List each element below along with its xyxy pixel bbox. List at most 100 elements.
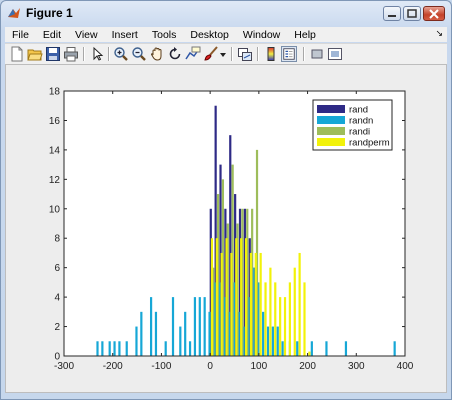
hide-plot-tools-icon[interactable]: [309, 46, 325, 62]
legend-swatch-rand: [317, 105, 345, 113]
bar-randn: [193, 297, 197, 356]
bar-randperm: [210, 238, 214, 356]
close-icon: [429, 8, 439, 19]
legend-label-randi: randi: [349, 127, 370, 138]
brush-dropdown-icon[interactable]: [219, 46, 227, 62]
bar-randn: [203, 297, 206, 356]
y-tick-label: 14: [49, 145, 61, 156]
maximize-button[interactable]: [403, 6, 421, 21]
rotate-3d-icon[interactable]: [167, 46, 183, 62]
bar-randperm: [283, 297, 287, 356]
bar-randn: [179, 326, 182, 356]
bar-randn: [96, 341, 99, 356]
link-plot-icon[interactable]: [237, 46, 253, 62]
x-tick-label: 300: [348, 361, 365, 372]
window-title: Figure 1: [26, 6, 73, 20]
bar-randn: [310, 341, 313, 356]
bar-randn: [271, 326, 274, 356]
histogram-chart[interactable]: -300 -200 -100 0 100 200 300 400 0 2 4 6 8 10 12 14 16 18…: [6, 65, 446, 392]
bar-randperm: [298, 252, 301, 356]
x-tick-label: -100: [151, 361, 171, 372]
bar-randn: [108, 341, 111, 356]
menu-edit[interactable]: Edit: [36, 29, 68, 41]
bar-randn: [198, 297, 201, 356]
y-tick-label: 2: [54, 322, 60, 333]
bar-randperm: [220, 252, 223, 356]
bar-randn: [164, 341, 167, 356]
save-icon[interactable]: [45, 46, 61, 62]
y-tick-label: 0: [54, 352, 60, 363]
insert-colorbar-icon[interactable]: [263, 46, 279, 62]
legend-swatch-randn: [317, 116, 345, 124]
bar-randperm: [215, 238, 218, 356]
open-file-icon[interactable]: [27, 46, 43, 62]
maximize-icon: [407, 9, 417, 18]
menu-tools[interactable]: Tools: [145, 29, 184, 41]
insert-legend-icon[interactable]: [281, 46, 297, 62]
bar-randperm: [308, 351, 311, 356]
brush-icon[interactable]: [203, 46, 219, 62]
menu-help[interactable]: Help: [287, 29, 323, 41]
pointer-icon[interactable]: [89, 46, 105, 62]
zoom-out-icon[interactable]: [131, 46, 147, 62]
bar-randn: [118, 341, 121, 356]
legend-label-rand: rand: [349, 105, 368, 116]
y-tick-label: 6: [54, 263, 60, 274]
new-figure-icon[interactable]: [9, 46, 25, 62]
menu-file[interactable]: File: [5, 29, 36, 41]
menu-desktop[interactable]: Desktop: [183, 29, 236, 41]
menu-bar: File Edit View Insert Tools Desktop Wind…: [5, 27, 447, 42]
figure-canvas[interactable]: -300 -200 -100 0 100 200 300 400 0 2 4 6 8 10 12 14 16 18…: [5, 64, 447, 393]
bar-randperm: [230, 252, 233, 356]
bar-randn: [154, 311, 158, 356]
menu-window[interactable]: Window: [236, 29, 287, 41]
toolbar-separator: [303, 47, 305, 61]
menu-insert[interactable]: Insert: [105, 29, 145, 41]
x-tick-label: 400: [397, 361, 414, 372]
toolbar-separator: [231, 47, 233, 61]
bar-randn: [281, 341, 284, 356]
data-cursor-icon[interactable]: [185, 46, 201, 62]
bar-randn: [184, 311, 187, 356]
bar-randperm: [303, 282, 306, 356]
bar-randperm: [264, 282, 267, 356]
bar-randperm: [288, 282, 291, 356]
bar-randn: [101, 341, 104, 356]
legend-swatch-randi: [317, 127, 345, 135]
title-bar[interactable]: Figure 1: [1, 1, 451, 25]
bar-randperm: [244, 238, 248, 356]
x-tick-label: 200: [299, 361, 316, 372]
y-tick-label: 18: [49, 87, 61, 98]
bar-randperm: [274, 282, 277, 356]
pan-hand-icon[interactable]: [149, 46, 165, 62]
bar-randn: [171, 297, 175, 356]
y-tick-label: 10: [49, 204, 61, 215]
y-tick-label: 16: [49, 116, 61, 127]
close-button[interactable]: [423, 6, 445, 21]
y-tick-label: 8: [54, 234, 60, 245]
minimize-button[interactable]: [383, 6, 401, 21]
x-tick-label: 0: [207, 361, 213, 372]
toolbar: [5, 43, 447, 65]
figure-window: Figure 1 File Edit View Insert Tools Des…: [0, 0, 452, 400]
legend-label-randn: randn: [349, 116, 373, 127]
bar-randn: [266, 326, 270, 356]
y-tick-label: 4: [54, 293, 60, 304]
bar-randperm: [240, 238, 243, 356]
show-plot-tools-icon[interactable]: [327, 46, 343, 62]
bar-randn: [296, 341, 299, 356]
bar-randperm: [293, 267, 296, 356]
menu-overflow-icon[interactable]: ↘: [435, 28, 443, 39]
bar-randperm: [254, 252, 257, 356]
x-tick-label: -200: [103, 361, 123, 372]
matlab-icon: [8, 8, 20, 18]
bar-randn: [208, 311, 211, 356]
legend-swatch-randperm: [317, 138, 345, 146]
zoom-in-icon[interactable]: [113, 46, 129, 62]
bar-randn: [140, 311, 143, 356]
bar-randperm: [269, 267, 272, 356]
y-tick-label: 12: [49, 175, 61, 186]
menu-view[interactable]: View: [68, 29, 105, 41]
print-icon[interactable]: [63, 46, 79, 62]
x-tick-label: -300: [54, 361, 74, 372]
